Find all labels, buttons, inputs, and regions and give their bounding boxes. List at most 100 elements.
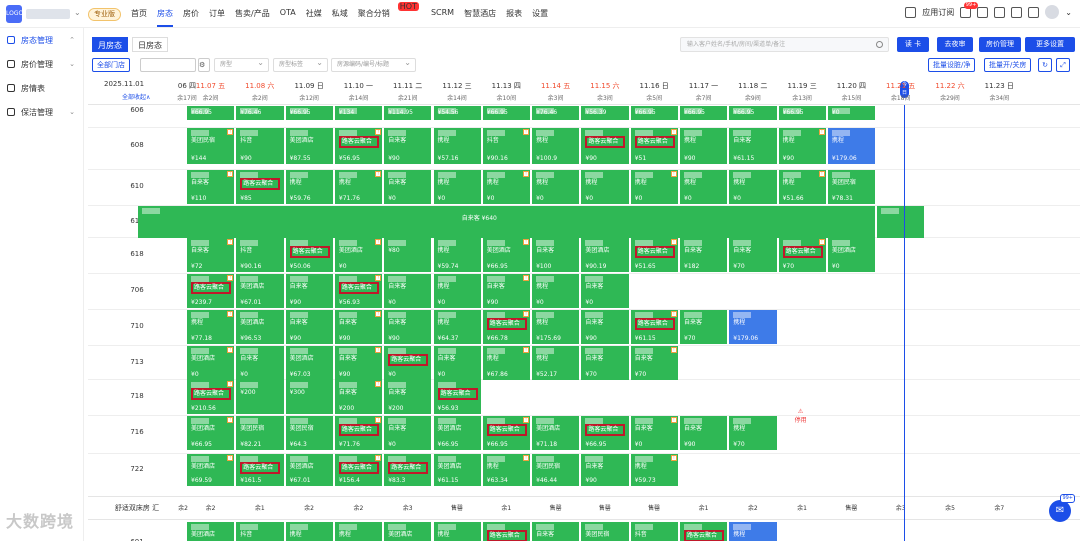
booking-cell[interactable]: ¥54.56 — [433, 106, 481, 120]
booking-cell[interactable]: 美团酒店 ¥66.95 — [433, 416, 481, 450]
booking-cell[interactable]: ¥80 — [384, 238, 432, 272]
booking-cell[interactable]: 自来客 ¥90 — [581, 454, 629, 486]
date-column-header[interactable]: 11.10 一余14间 — [334, 81, 383, 102]
search-icon[interactable] — [876, 41, 883, 48]
booking-cell[interactable]: 美团酒店 ¥67.01 — [236, 274, 284, 308]
date-column-header[interactable]: 11.21 五余18间 — [876, 81, 925, 102]
booking-cell[interactable]: 自来客 ¥0 — [236, 346, 284, 380]
date-column-header[interactable]: 11.20 四余15间 — [827, 81, 876, 102]
top-nav-item[interactable]: 售卖/产品 — [235, 8, 270, 22]
top-nav-item[interactable]: 订单 — [209, 8, 225, 22]
booking-cell[interactable]: 美团民宿 ¥82.21 — [236, 416, 284, 450]
message-icon[interactable]: 99+ — [960, 1, 979, 18]
booking-cell[interactable]: 路客云聚合 ¥56.93! — [334, 274, 383, 308]
date-column-header[interactable]: 11.15 六余3间 — [580, 81, 629, 102]
settings-gear-icon[interactable]: ⚙ — [198, 58, 210, 72]
booking-cell[interactable]: 自来客 ¥0 — [581, 274, 629, 308]
date-column-header[interactable]: 11.09 日余12间 — [285, 81, 334, 102]
booking-cell[interactable]: 自来客 ¥0 — [384, 170, 432, 204]
read-card-button[interactable]: 读 卡 — [897, 37, 929, 52]
room-number[interactable]: 716 — [88, 428, 186, 436]
date-column-header[interactable]: 11.19 三余13间 — [778, 81, 827, 102]
booking-cell[interactable]: 美团酒店 ¥67.03 — [285, 346, 333, 380]
top-nav-item[interactable]: 首页 — [131, 8, 147, 22]
night-audit-button[interactable]: 去夜审 — [937, 37, 973, 52]
booking-cell[interactable]: 美团酒店 ¥67.01 — [285, 454, 333, 486]
booking-cell[interactable]: 路客云聚合 ¥71.76! — [334, 416, 383, 450]
booking-cell[interactable]: ¥66.95 — [630, 106, 678, 120]
top-nav-item[interactable]: 报表 — [506, 8, 522, 22]
booking-cell[interactable]: ¥200 — [236, 380, 284, 414]
booking-cell[interactable]: ¥66.95 — [729, 106, 777, 120]
booking-cell[interactable]: 自来客 ¥200! — [334, 380, 383, 414]
booking-cell[interactable]: 自来客 ¥90! — [334, 310, 383, 344]
booking-cell[interactable]: 携程 ¥52.17 — [532, 346, 580, 380]
top-nav-item[interactable]: SCRM — [431, 8, 454, 22]
search-input[interactable]: 输入客户姓名/手机/房间/渠道单/备注 — [680, 37, 889, 52]
chevron-up-icon[interactable]: ⌃ — [69, 36, 75, 44]
booking-cell[interactable]: ¥66.95 — [482, 106, 531, 120]
booking-cell[interactable]: 携程¥67.85 — [285, 522, 333, 541]
booking-cell[interactable]: 携程 ¥0! — [630, 170, 678, 204]
booking-cell[interactable]: 路客云聚合 ¥0 — [384, 346, 432, 380]
booking-cell[interactable]: 抖音¥57.96 — [630, 522, 678, 541]
top-nav-item[interactable]: 房态 — [157, 8, 173, 27]
booking-cell[interactable]: 路客云聚合 ¥70! — [778, 238, 826, 272]
booking-cell[interactable]: 路客云聚合 ¥239.7! — [187, 274, 235, 308]
booking-cell[interactable]: 携程 ¥0 — [433, 170, 481, 204]
store-select[interactable] — [140, 58, 196, 72]
booking-cell[interactable]: 携程 ¥0 — [680, 170, 728, 204]
booking-cell[interactable]: 抖音 ¥90.16! — [482, 128, 531, 164]
top-nav-item[interactable]: 私域 — [332, 8, 348, 22]
booking-cell[interactable]: 携程 ¥77.18! — [187, 310, 235, 344]
sidebar-item-cleaning[interactable]: 保洁管理 ⌄ — [0, 100, 83, 124]
calendar-icon[interactable] — [977, 6, 989, 18]
booking-cell[interactable]: 自来客 ¥90 — [384, 128, 432, 164]
booking-cell[interactable]: 自来客 ¥70 — [680, 310, 728, 344]
booking-cell[interactable]: ¥56.39 — [581, 106, 629, 120]
date-column-header[interactable]: 11.14 五余3间 — [531, 81, 580, 102]
booking-cell[interactable]: 携程 ¥0 — [581, 170, 629, 204]
chevron-down-icon[interactable]: ⌄ — [69, 60, 75, 68]
date-column-header[interactable]: 11.22 六余29间 — [926, 81, 975, 102]
booking-cell[interactable]: 携程 ¥175.69 — [532, 310, 580, 344]
booking-cell[interactable]: 路客云聚合 ¥161.5 — [236, 454, 284, 486]
booking-cell[interactable]: 路客云聚合¥90 — [680, 522, 728, 541]
booking-cell[interactable]: 美团酒店 ¥0! — [187, 346, 235, 380]
grid-icon[interactable] — [905, 6, 917, 18]
document-icon[interactable] — [1011, 6, 1023, 18]
booking-cell[interactable]: 自来客 ¥72! — [187, 238, 235, 272]
booking-cell[interactable]: 自来客 ¥200 — [384, 380, 432, 414]
booking-cell[interactable]: ¥66.95 — [285, 106, 333, 120]
date-column-header[interactable]: 11.11 二余21间 — [383, 81, 432, 102]
booking-cell[interactable]: 路客云聚合 ¥210.56! — [187, 380, 235, 414]
booking-cell[interactable]: 自来客 ¥90 — [680, 416, 728, 450]
edit-icon[interactable] — [994, 6, 1006, 18]
booking-cell[interactable]: 抖音 ¥90 — [236, 128, 284, 164]
date-column-header[interactable]: 11.13 四余10间 — [482, 81, 531, 102]
booking-cell[interactable]: 自来客 ¥90 — [581, 310, 629, 344]
booking-cell[interactable]: 携程 ¥0! — [482, 170, 531, 204]
booking-cell[interactable]: ¥76.46 — [532, 106, 580, 120]
top-nav-item[interactable]: 设置 — [532, 8, 548, 22]
room-type-summary-label[interactable]: 舒适双床房 汇 — [88, 503, 186, 513]
room-number[interactable]: 706 — [88, 286, 186, 294]
booking-cell[interactable]: 抖音¥59.76 — [236, 522, 284, 541]
booking-cell[interactable]: 自来客 ¥110! — [187, 170, 235, 204]
booking-cell[interactable]: ¥66.95 — [778, 106, 826, 120]
price-manage-button[interactable]: 房价管理 — [979, 37, 1021, 52]
booking-cell[interactable]: ¥76.46 — [236, 106, 284, 120]
booking-cell[interactable]: 携程¥73.24 — [334, 522, 383, 541]
booking-cell[interactable]: 自来客 ¥640 — [137, 206, 876, 238]
booking-cell[interactable]: 路客云聚合 ¥50.06 — [285, 238, 333, 272]
booking-cell[interactable]: 自来客¥180 — [532, 522, 580, 541]
date-column-header[interactable]: 11.17 一余7间 — [679, 81, 728, 102]
booking-cell[interactable]: 携程 ¥51.66! — [778, 170, 826, 204]
booking-cell[interactable]: 美团酒店 ¥69.59! — [187, 454, 235, 486]
booking-cell[interactable]: 抖音 ¥90.16 — [236, 238, 284, 272]
booking-cell[interactable]: 路客云聚合 ¥66.78! — [482, 310, 531, 344]
tab-month-status[interactable]: 月房态 — [92, 37, 128, 52]
booking-cell[interactable]: 携程 ¥59.76 — [285, 170, 333, 204]
sidebar-item-room-status[interactable]: 房态管理 ⌃ — [0, 28, 83, 52]
booking-cell[interactable]: 自来客 ¥90! — [482, 274, 531, 308]
